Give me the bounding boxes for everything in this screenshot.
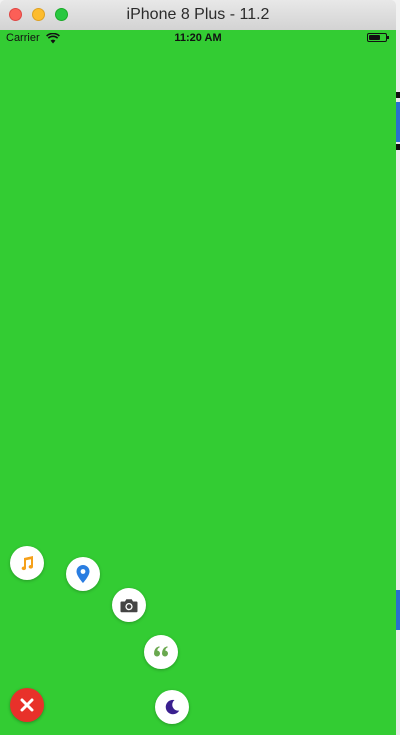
window-titlebar: iPhone 8 Plus - 11.2 <box>0 0 396 31</box>
quote-icon <box>154 646 168 657</box>
moon-icon <box>165 699 180 715</box>
quote-button[interactable] <box>144 635 178 669</box>
status-time: 11:20 AM <box>174 32 222 44</box>
night-mode-button[interactable] <box>155 690 189 724</box>
simulator-window: iPhone 8 Plus - 11.2 Carrier 11:20 AM <box>0 0 400 735</box>
window-title: iPhone 8 Plus - 11.2 <box>126 6 270 23</box>
music-note-icon <box>21 556 34 571</box>
location-pin-icon <box>76 565 90 583</box>
device-screen: Carrier 11:20 AM <box>0 30 396 735</box>
location-button[interactable] <box>66 557 100 591</box>
camera-icon <box>120 598 138 612</box>
background-window-edge <box>396 30 400 735</box>
status-bar: Carrier 11:20 AM <box>0 30 396 48</box>
close-icon <box>20 698 34 712</box>
music-button[interactable] <box>10 546 44 580</box>
camera-button[interactable] <box>112 588 146 622</box>
battery-icon <box>367 33 389 42</box>
close-menu-button[interactable] <box>10 688 44 722</box>
